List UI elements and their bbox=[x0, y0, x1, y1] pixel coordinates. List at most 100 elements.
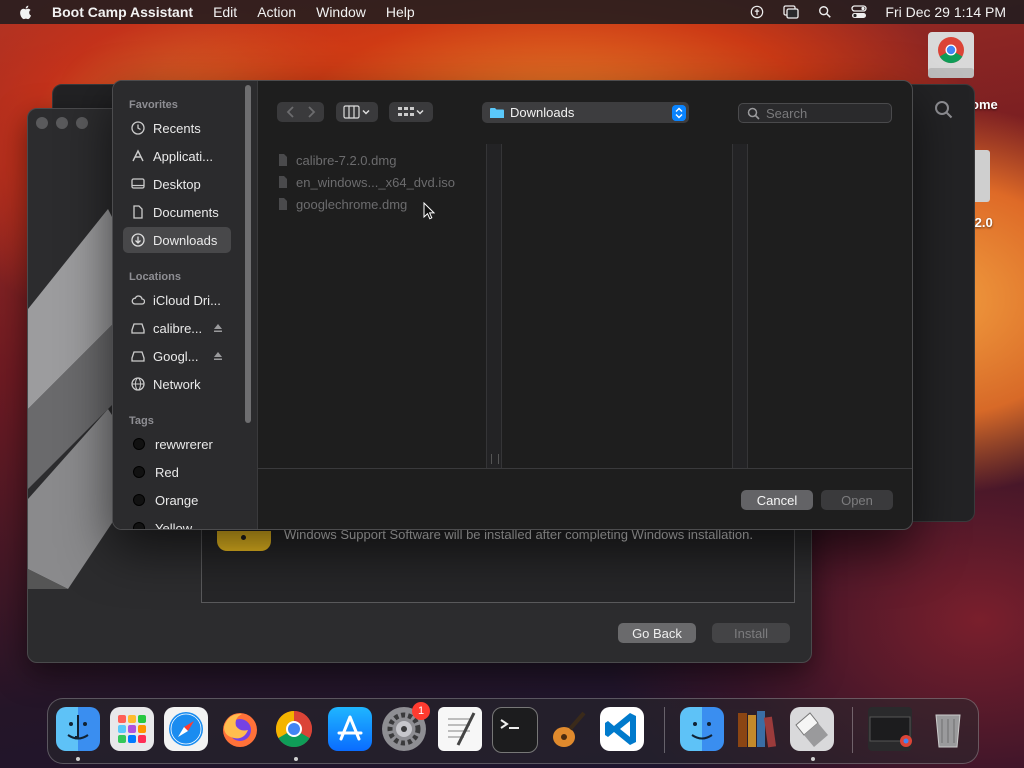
search-icon[interactable] bbox=[934, 100, 954, 120]
file-icon bbox=[279, 176, 287, 188]
column-resize-handle[interactable] bbox=[491, 454, 499, 464]
dock-chrome[interactable] bbox=[272, 707, 316, 751]
open-button[interactable]: Open bbox=[821, 490, 893, 510]
file-row[interactable]: googlechrome.dmg bbox=[278, 194, 407, 214]
install-button[interactable]: Install bbox=[712, 623, 790, 643]
close-button[interactable] bbox=[36, 117, 48, 129]
menu-edit[interactable]: Edit bbox=[213, 4, 237, 20]
screen-mirroring-icon[interactable] bbox=[783, 5, 800, 19]
eject-icon[interactable] bbox=[213, 323, 223, 333]
chevron-down-icon bbox=[362, 109, 370, 115]
dock-separator bbox=[664, 707, 665, 753]
columns-view-icon bbox=[343, 105, 360, 119]
chrome-icon bbox=[275, 711, 313, 748]
sidebar-item-downloads[interactable]: Downloads bbox=[123, 227, 231, 253]
chevron-right-icon[interactable] bbox=[301, 102, 321, 122]
column-divider[interactable] bbox=[733, 144, 748, 468]
dock-boot-camp-assistant[interactable] bbox=[790, 707, 834, 751]
chrome-dmg-disk-icon[interactable] bbox=[924, 28, 978, 86]
dock-system-settings[interactable]: 1 bbox=[382, 702, 430, 751]
menu-help[interactable]: Help bbox=[386, 4, 415, 20]
sidebar-item-google-volume[interactable]: Googl... bbox=[123, 343, 231, 369]
dock-textedit[interactable] bbox=[438, 707, 482, 751]
sidebar-tag-red[interactable]: Red bbox=[123, 459, 231, 485]
launchpad-icon bbox=[118, 715, 146, 743]
sidebar-item-calibre-volume[interactable]: calibre... bbox=[123, 315, 231, 341]
sidebar-tag-orange[interactable]: Orange bbox=[123, 487, 231, 513]
sidebar-item-label: calibre... bbox=[153, 320, 203, 336]
finder-icon bbox=[67, 715, 89, 740]
dock-garageband[interactable] bbox=[546, 707, 590, 751]
dock-minimized-window[interactable] bbox=[868, 707, 912, 751]
menu-window[interactable]: Window bbox=[316, 4, 366, 20]
sidebar-item-documents[interactable]: Documents bbox=[123, 199, 231, 225]
safari-icon bbox=[169, 712, 203, 746]
dock-vscode[interactable] bbox=[600, 707, 644, 751]
stepper-arrows-icon bbox=[672, 104, 686, 121]
apple-icon[interactable] bbox=[18, 4, 34, 20]
boot-camp-icon bbox=[795, 712, 828, 747]
cloud-icon bbox=[131, 295, 145, 305]
dock-app-store[interactable] bbox=[328, 707, 372, 751]
dock-safari[interactable] bbox=[164, 707, 208, 751]
dock-separator bbox=[852, 707, 853, 753]
sidebar-tag-rewwrerer[interactable]: rewwrerer bbox=[123, 431, 231, 457]
menu-app-name[interactable]: Boot Camp Assistant bbox=[52, 4, 193, 20]
file-icon bbox=[279, 198, 287, 210]
sidebar-item-label: Documents bbox=[153, 204, 219, 220]
file-row[interactable]: en_windows..._x64_dvd.iso bbox=[278, 172, 455, 192]
zoom-button[interactable] bbox=[76, 117, 88, 129]
accessibility-icon[interactable] bbox=[749, 5, 765, 19]
calibre-books-icon bbox=[738, 711, 777, 748]
group-by-button[interactable] bbox=[389, 102, 433, 122]
sidebar-scrollbar[interactable] bbox=[245, 85, 251, 423]
eject-icon[interactable] bbox=[213, 351, 223, 361]
sidebar-item-label: Red bbox=[155, 464, 179, 480]
sidebar-item-network[interactable]: Network bbox=[123, 371, 231, 397]
running-indicator bbox=[76, 757, 80, 761]
search-icon bbox=[747, 107, 760, 120]
view-mode-button[interactable] bbox=[336, 102, 378, 122]
sidebar-item-label: Downloads bbox=[153, 232, 218, 248]
chevron-down-icon bbox=[416, 109, 424, 115]
document-icon bbox=[133, 205, 143, 219]
dialog-sidebar: Favorites Recents Applicati... Desktop D… bbox=[113, 81, 258, 529]
dock-calibre[interactable] bbox=[734, 707, 778, 751]
dock-trash[interactable] bbox=[926, 707, 970, 751]
file-row[interactable]: calibre-7.2.0.dmg bbox=[278, 150, 396, 170]
sidebar-item-label: Recents bbox=[153, 120, 201, 136]
tag-dot-icon bbox=[133, 522, 145, 529]
dock-finder[interactable] bbox=[56, 707, 100, 751]
control-center-icon[interactable] bbox=[851, 5, 868, 19]
dock-launchpad[interactable] bbox=[110, 707, 154, 751]
minimize-button[interactable] bbox=[56, 117, 68, 129]
dock-finder-recent[interactable] bbox=[680, 707, 724, 751]
finder-icon bbox=[691, 722, 713, 740]
preview-column bbox=[502, 144, 733, 468]
menu-clock[interactable]: Fri Dec 29 1:14 PM bbox=[885, 4, 1006, 20]
app-store-icon bbox=[337, 715, 363, 741]
sidebar-item-applications[interactable]: Applicati... bbox=[123, 143, 231, 169]
mouse-cursor-icon bbox=[423, 202, 435, 220]
go-back-button[interactable]: Go Back bbox=[618, 623, 696, 643]
sidebar-item-desktop[interactable]: Desktop bbox=[123, 171, 231, 197]
menu-action[interactable]: Action bbox=[257, 4, 296, 20]
cancel-button[interactable]: Cancel bbox=[741, 490, 813, 510]
sidebar-item-icloud-drive[interactable]: iCloud Dri... bbox=[123, 287, 231, 313]
calibre-dmg-disk-icon[interactable] bbox=[972, 148, 994, 204]
sidebar-tag-yellow[interactable]: Yellow bbox=[123, 515, 231, 529]
sidebar-item-recents[interactable]: Recents bbox=[123, 115, 231, 141]
dock-terminal[interactable] bbox=[492, 707, 538, 753]
sidebar-item-label: Network bbox=[153, 376, 201, 392]
dock-firefox[interactable] bbox=[218, 707, 262, 751]
desktop-icon bbox=[131, 178, 145, 189]
vscode-icon bbox=[605, 713, 636, 745]
spotlight-search-icon[interactable] bbox=[817, 5, 833, 19]
location-popup[interactable]: Downloads bbox=[482, 102, 689, 123]
chevron-left-icon[interactable] bbox=[281, 102, 301, 122]
locations-heading: Locations bbox=[129, 271, 181, 283]
search-input[interactable] bbox=[766, 105, 876, 121]
column-divider[interactable] bbox=[487, 144, 502, 468]
clock-icon bbox=[131, 121, 145, 135]
grid-icon bbox=[398, 107, 414, 116]
